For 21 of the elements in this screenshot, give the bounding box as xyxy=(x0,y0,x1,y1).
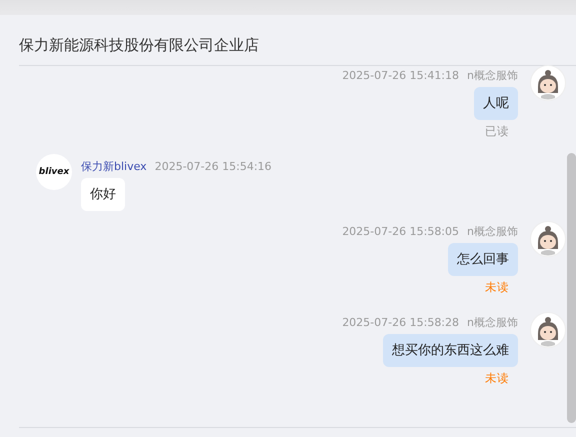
sender-name: n概念服饰 xyxy=(467,316,518,330)
message-bubble: 人呢 xyxy=(474,87,518,120)
chat-title: 保力新能源科技股份有限公司企业店 xyxy=(19,36,259,54)
message-time: 2025-07-26 15:58:05 xyxy=(342,225,460,239)
message-bubble: 怎么回事 xyxy=(448,243,518,276)
avatar-icon xyxy=(530,221,566,257)
avatar-icon xyxy=(530,312,566,348)
message-time: 2025-07-26 15:41:18 xyxy=(342,69,460,83)
message-time: 2025-07-26 15:58:28 xyxy=(342,316,460,330)
scrollbar[interactable] xyxy=(567,153,576,423)
logo-text: blivex xyxy=(38,167,70,177)
sender-name: n概念服饰 xyxy=(467,69,518,83)
read-status: 未读 xyxy=(485,280,509,294)
sender-name: n概念服饰 xyxy=(467,225,518,239)
message-bubble: 你好 xyxy=(81,178,125,211)
sender-name: 保力新blivex xyxy=(81,160,147,174)
avatar-icon xyxy=(530,65,566,101)
message-time: 2025-07-26 15:54:16 xyxy=(154,160,272,174)
read-status: 已读 xyxy=(485,124,509,138)
message-bubble: 想买你的东西这么难 xyxy=(383,334,518,367)
read-status: 未读 xyxy=(485,371,509,385)
